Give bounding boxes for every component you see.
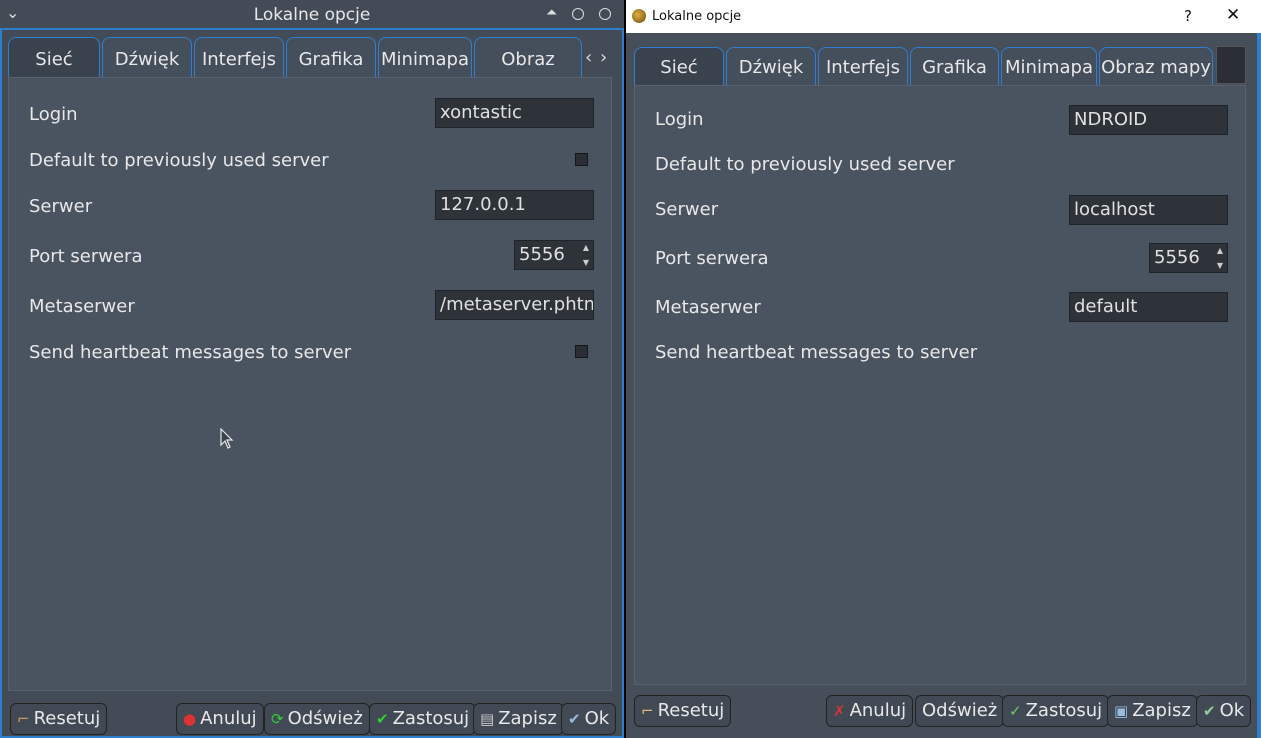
- cancel-button[interactable]: ✗ Anuluj: [826, 695, 914, 727]
- port-label: Port serwera: [655, 248, 769, 269]
- tab-interface[interactable]: Interfejs: [194, 37, 284, 77]
- right-options-window: Lokalne opcje ? ✕ Sieć Dźwięk Interfejs …: [626, 0, 1261, 738]
- tab-graphics[interactable]: Grafika: [910, 47, 999, 85]
- close-icon[interactable]: ✕: [1226, 5, 1240, 25]
- broom-icon: ⌐: [17, 710, 30, 728]
- right-window-title: Lokalne opcje: [652, 9, 742, 24]
- save-button[interactable]: ▣ Zapisz: [1107, 695, 1198, 727]
- apply-button[interactable]: ✔ Zastosuj: [369, 703, 477, 735]
- login-label: Login: [655, 109, 704, 130]
- port-spin-arrows[interactable]: ▲ ▼: [1213, 243, 1227, 273]
- metaserver-input[interactable]: default: [1069, 292, 1228, 322]
- tab-sound[interactable]: Dźwięk: [102, 37, 192, 77]
- mouse-cursor-icon: [220, 428, 234, 449]
- server-input[interactable]: 127.0.0.1: [435, 190, 594, 220]
- reset-button[interactable]: ⌐ Resetuj: [634, 695, 732, 727]
- server-label: Serwer: [29, 196, 93, 217]
- check-icon: ✔: [376, 710, 389, 728]
- refresh-button[interactable]: ⟳ Odśwież: [264, 703, 370, 735]
- default-server-checkbox[interactable]: [575, 153, 588, 166]
- tab-graphics[interactable]: Grafika: [286, 37, 376, 77]
- right-window-edge: [1257, 33, 1261, 738]
- left-titlebar[interactable]: ⌄ Lokalne opcje ⏶: [0, 0, 624, 30]
- ok-check-icon: ✔: [568, 710, 581, 728]
- ok-button[interactable]: ✔ Ok: [1196, 695, 1252, 727]
- spin-up-icon[interactable]: ▲: [579, 240, 593, 255]
- metaserver-label: Metaserwer: [29, 296, 135, 317]
- default-server-label: Default to previously used server: [655, 154, 955, 175]
- default-server-label: Default to previously used server: [29, 150, 329, 171]
- minimize-icon[interactable]: [572, 8, 584, 20]
- apply-button-label: Zastosuj: [392, 708, 470, 729]
- ok-check-icon: ✔: [1203, 702, 1216, 720]
- tab-network[interactable]: Sieć: [8, 37, 100, 77]
- spin-down-icon[interactable]: ▼: [1213, 258, 1227, 273]
- tab-map-image[interactable]: Obraz mapy: [474, 37, 582, 114]
- spin-down-icon[interactable]: ▼: [579, 255, 593, 270]
- tab-map-image[interactable]: Obraz mapy: [1099, 47, 1213, 85]
- shade-icon[interactable]: ⏶: [546, 5, 557, 21]
- heartbeat-label: Send heartbeat messages to server: [29, 342, 352, 363]
- save-button-label: Zapisz: [1132, 700, 1191, 721]
- left-window-title: Lokalne opcje: [253, 5, 371, 25]
- right-network-panel: Login NDROID Default to previously used …: [634, 85, 1246, 685]
- metaserver-input[interactable]: /metaserver.phtml: [435, 290, 594, 320]
- cancel-icon: ✗: [833, 702, 846, 720]
- tab-network[interactable]: Sieć: [634, 47, 724, 85]
- spin-up-icon[interactable]: ▲: [1213, 243, 1227, 258]
- refresh-button[interactable]: Odśwież: [915, 695, 1005, 727]
- heartbeat-label: Send heartbeat messages to server: [655, 342, 978, 363]
- cancel-button-label: Anuluj: [849, 700, 907, 721]
- left-tab-bar: Sieć Dźwięk Interfejs Grafika Minimapa O…: [8, 37, 584, 114]
- login-input[interactable]: xontastic: [435, 98, 594, 128]
- server-label: Serwer: [655, 199, 719, 220]
- tab-scroll-control[interactable]: [1216, 46, 1246, 84]
- cancel-button-label: Anuluj: [200, 708, 257, 729]
- check-icon: ✓: [1009, 702, 1022, 720]
- tab-minimap[interactable]: Minimapa: [1001, 47, 1097, 85]
- cancel-icon: ●: [183, 710, 197, 728]
- save-button-label: Zapisz: [498, 708, 557, 729]
- broom-icon: ⌐: [641, 702, 654, 720]
- right-titlebar[interactable]: Lokalne opcje ? ✕: [626, 0, 1261, 33]
- login-input[interactable]: NDROID: [1069, 105, 1228, 135]
- app-icon: [632, 9, 646, 23]
- heartbeat-checkbox[interactable]: [575, 345, 588, 358]
- ok-button-label: Ok: [1219, 700, 1245, 721]
- tab-scroll-left-icon[interactable]: ‹: [585, 47, 592, 68]
- cancel-button[interactable]: ● Anuluj: [176, 703, 264, 735]
- help-icon[interactable]: ?: [1184, 7, 1192, 25]
- save-icon: ▤: [480, 710, 495, 728]
- server-input[interactable]: localhost: [1069, 195, 1228, 225]
- ok-button-label: Ok: [584, 708, 610, 729]
- tab-interface[interactable]: Interfejs: [818, 47, 908, 85]
- tab-sound[interactable]: Dźwięk: [726, 47, 816, 85]
- save-icon: ▣: [1114, 702, 1129, 720]
- port-label: Port serwera: [29, 246, 143, 267]
- login-label: Login: [29, 104, 78, 125]
- refresh-icon: ⟳: [271, 710, 284, 728]
- port-spin-arrows[interactable]: ▲ ▼: [579, 240, 593, 270]
- metaserver-label: Metaserwer: [655, 297, 761, 318]
- left-network-panel: Login xontastic Default to previously us…: [8, 77, 612, 691]
- tab-scroll-right-icon[interactable]: ›: [600, 47, 607, 68]
- left-options-window: ⌄ Lokalne opcje ⏶ Sieć Dźwięk Interfejs …: [0, 0, 624, 738]
- apply-button-label: Zastosuj: [1025, 700, 1103, 721]
- maximize-icon[interactable]: [599, 8, 611, 20]
- right-tab-bar: Sieć Dźwięk Interfejs Grafika Minimapa O…: [634, 47, 1215, 85]
- reset-button-label: Resetuj: [657, 700, 725, 721]
- tab-minimap[interactable]: Minimapa: [378, 37, 472, 77]
- refresh-button-label: Odśwież: [922, 700, 998, 721]
- ok-button[interactable]: ✔ Ok: [561, 703, 617, 735]
- save-button[interactable]: ▤ Zapisz: [473, 703, 564, 735]
- reset-button[interactable]: ⌐ Resetuj: [10, 703, 108, 735]
- reset-button-label: Resetuj: [33, 708, 101, 729]
- refresh-button-label: Odśwież: [287, 708, 363, 729]
- apply-button[interactable]: ✓ Zastosuj: [1002, 695, 1110, 727]
